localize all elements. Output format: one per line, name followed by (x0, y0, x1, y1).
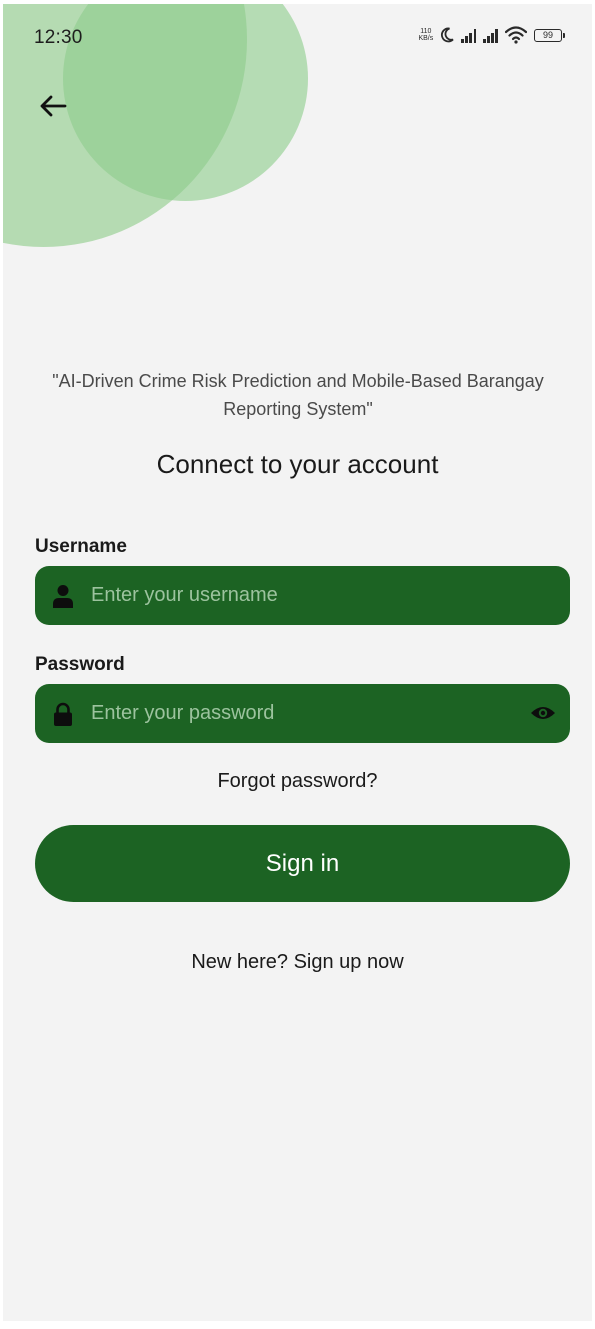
sign-in-button[interactable]: Sign in (35, 825, 570, 902)
status-time: 12:30 (34, 27, 83, 48)
battery-level: 99 (542, 29, 553, 40)
person-icon (53, 585, 73, 608)
eye-icon[interactable] (530, 702, 556, 724)
forgot-password-link[interactable]: Forgot password? (3, 770, 592, 793)
status-bar: 12:30 110 KB/s 99 (3, 4, 592, 64)
page-title: Connect to your account (156, 449, 439, 479)
battery-icon: 99 (534, 28, 565, 42)
password-field[interactable] (35, 684, 570, 743)
username-field[interactable] (35, 566, 570, 625)
password-label: Password (35, 654, 125, 675)
signal-icon (483, 27, 498, 43)
password-input[interactable] (91, 684, 511, 743)
network-speed-unit: KB/s (418, 35, 434, 42)
sign-up-link[interactable]: New here? Sign up now (3, 951, 592, 974)
lock-icon (54, 702, 72, 726)
username-label: Username (35, 536, 127, 557)
status-icons: 110 KB/s 99 (418, 26, 565, 44)
signal-icon (461, 27, 477, 43)
app-tagline: "AI-Driven Crime Risk Prediction and Mob… (52, 371, 544, 419)
network-speed-value: 110 (420, 28, 432, 35)
wifi-icon (505, 26, 527, 44)
moon-icon (441, 27, 454, 43)
username-input[interactable] (91, 566, 511, 625)
network-speed: 110 KB/s (418, 28, 433, 42)
login-screen: 12:30 110 KB/s 99 "AI-Driven Crime Risk … (3, 4, 592, 1321)
arrow-left-icon[interactable] (35, 88, 71, 124)
